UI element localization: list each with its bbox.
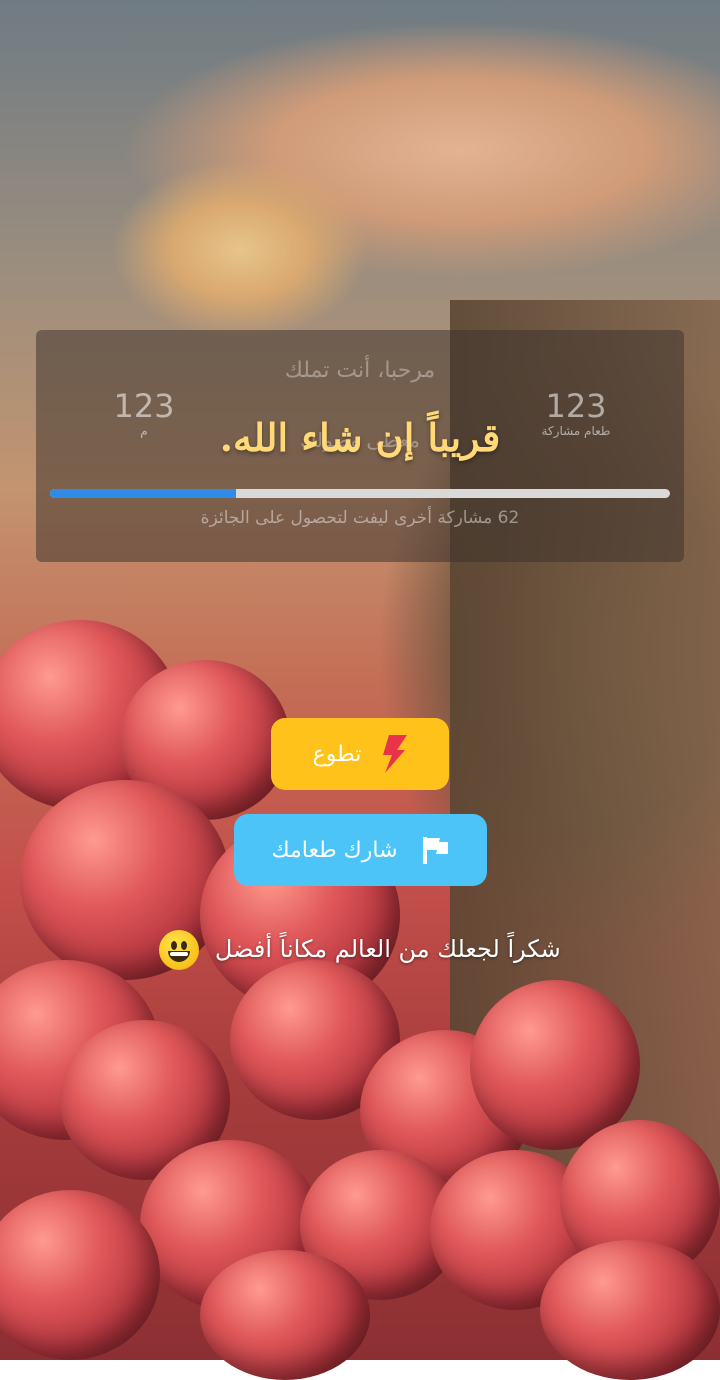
share-food-label: شارك طعامك: [271, 837, 398, 863]
thanks-text: شكراً لجعلك من العالم مكاناً أفضل: [214, 935, 561, 963]
volunteer-label: تطوع: [312, 741, 362, 767]
peach: [540, 1240, 720, 1380]
share-food-button[interactable]: شارك طعامك: [234, 814, 487, 886]
volunteer-button[interactable]: تطوع: [271, 718, 449, 790]
greeting-text: مرحبا، أنت تملك: [284, 358, 436, 383]
thanks-message: شكراً لجعلك من العالم مكاناً أفضل: [0, 930, 720, 970]
flag-icon: [422, 837, 448, 864]
progress-text: 62 مشاركة أخرى ليفت لتحصول على الجائزة: [200, 508, 520, 528]
progress-bar: [50, 489, 670, 498]
background-photo: [0, 0, 720, 1380]
stats-card: مرحبا، أنت تملك 123 م 123 طعام مشاركة مع…: [36, 330, 684, 562]
grinning-face-icon: [159, 930, 200, 970]
peach: [200, 1250, 370, 1380]
lightning-icon: [383, 735, 408, 773]
coming-soon-headline: قريباً إن شاء الله.: [219, 415, 501, 460]
peach: [0, 1190, 160, 1360]
progress-fill: [50, 489, 236, 498]
